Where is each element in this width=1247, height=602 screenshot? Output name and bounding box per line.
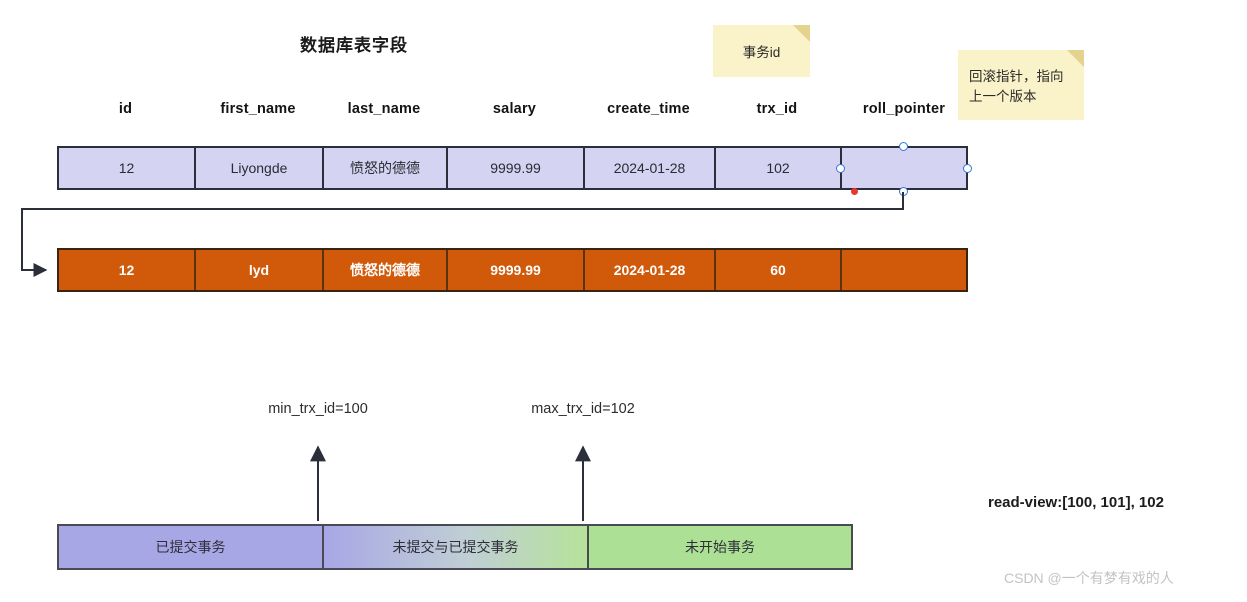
table-row-undo-log[interactable]: 12 lyd 愤怒的德德 9999.99 2024-01-28 60: [57, 248, 968, 292]
read-view-label: read-view:[100, 101], 102: [988, 494, 1164, 511]
table-row-current-version[interactable]: 12 Liyongde 愤怒的德德 9999.99 2024-01-28 102: [57, 146, 968, 190]
segment-not-started[interactable]: 未开始事务: [589, 526, 851, 568]
segment-mixed[interactable]: 未提交与已提交事务: [324, 526, 589, 568]
cell-create-time: 2024-01-28: [585, 250, 716, 290]
selection-handle-bottom[interactable]: [899, 187, 908, 196]
column-header-create-time: create_time: [607, 101, 690, 117]
sticky-note-trx-id-label: 事务id: [742, 45, 781, 60]
connection-point-marker[interactable]: [851, 188, 858, 195]
column-header-roll-pointer: roll_pointer: [862, 101, 946, 117]
selection-handle-top[interactable]: [899, 142, 908, 151]
cell-first-name: Liyongde: [196, 148, 324, 188]
cell-roll-pointer: [842, 148, 966, 188]
selection-handle-right[interactable]: [963, 164, 972, 173]
cell-first-name: lyd: [196, 250, 324, 290]
label-min-trx-id: min_trx_id=100: [268, 401, 368, 417]
page-title: 数据库表字段: [300, 36, 408, 55]
transaction-state-bar: 已提交事务 未提交与已提交事务 未开始事务: [57, 524, 853, 570]
cell-salary: 9999.99: [448, 148, 585, 188]
cell-last-name: 愤怒的德德: [324, 148, 448, 188]
folded-corner-icon: [1067, 50, 1084, 67]
sticky-note-roll-pointer-label: 回滚指针，指向上一个版本: [969, 69, 1064, 104]
cell-id: 12: [59, 148, 196, 188]
column-header-first-name: first_name: [220, 101, 296, 117]
cell-trx-id: 60: [716, 250, 842, 290]
column-header-id: id: [118, 101, 133, 117]
cell-roll-pointer: [842, 250, 966, 290]
cell-create-time: 2024-01-28: [585, 148, 716, 188]
cell-salary: 9999.99: [448, 250, 585, 290]
selection-handle-left[interactable]: [836, 164, 845, 173]
label-max-trx-id: max_trx_id=102: [531, 401, 635, 417]
sticky-note-trx-id: 事务id: [713, 25, 810, 77]
watermark-label: CSDN @一个有梦有戏的人: [1004, 570, 1174, 586]
column-header-last-name: last_name: [347, 101, 421, 117]
segment-committed[interactable]: 已提交事务: [59, 526, 324, 568]
cell-id: 12: [59, 250, 196, 290]
folded-corner-icon: [793, 25, 810, 42]
diagram-canvas: 数据库表字段 事务id 回滚指针，指向上一个版本 id first_name l…: [0, 0, 1247, 602]
cell-last-name: 愤怒的德德: [324, 250, 448, 290]
cell-trx-id: 102: [716, 148, 842, 188]
column-header-salary: salary: [492, 101, 537, 117]
sticky-note-roll-pointer: 回滚指针，指向上一个版本: [958, 50, 1084, 120]
column-header-trx-id: trx_id: [756, 101, 798, 117]
